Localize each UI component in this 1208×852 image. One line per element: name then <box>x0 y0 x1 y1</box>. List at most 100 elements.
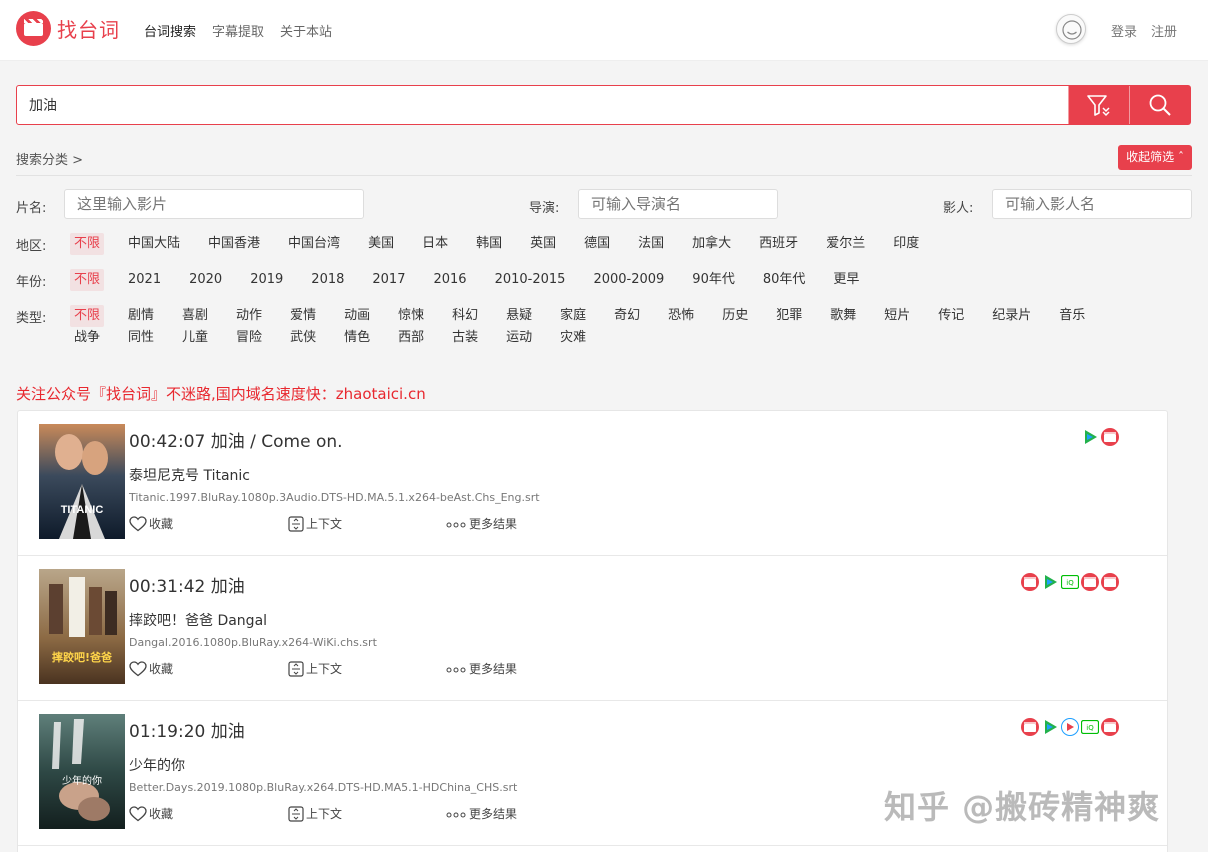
genre-option[interactable]: 历史 <box>718 305 752 327</box>
more-results-button[interactable]: 更多结果 <box>445 660 517 677</box>
genre-option[interactable]: 运动 <box>502 327 536 349</box>
nav-about[interactable]: 关于本站 <box>280 21 332 40</box>
nav-subtitle-extract[interactable]: 字幕提取 <box>212 21 264 40</box>
collapse-filter-button[interactable]: 收起筛选 ˆ <box>1118 145 1192 170</box>
year-option[interactable]: 2017 <box>368 269 409 291</box>
region-option[interactable]: 西班牙 <box>755 233 802 255</box>
genre-option[interactable]: 歌舞 <box>826 305 860 327</box>
favorite-button[interactable]: 收藏 <box>129 660 173 677</box>
video-site-icon[interactable] <box>1101 573 1119 591</box>
region-option[interactable]: 不限 <box>70 233 105 255</box>
region-option[interactable]: 印度 <box>889 233 923 255</box>
tencent-video-icon[interactable] <box>1081 428 1099 446</box>
genre-option[interactable]: 科幻 <box>448 305 482 327</box>
genre-option[interactable]: 爱情 <box>286 305 320 327</box>
genre-option[interactable]: 纪录片 <box>988 305 1035 327</box>
video-site-icon[interactable] <box>1101 718 1119 736</box>
genre-option[interactable]: 战争 <box>70 327 104 349</box>
genre-option[interactable]: 冒险 <box>232 327 266 349</box>
poster-image[interactable]: 摔跤吧!爸爸 <box>39 569 125 684</box>
year-option[interactable]: 2010-2015 <box>491 269 570 291</box>
context-button[interactable]: 上下文 <box>288 660 342 677</box>
iqiyi-icon[interactable]: iQ <box>1061 573 1079 591</box>
year-option[interactable]: 2021 <box>124 269 165 291</box>
genre-option[interactable]: 情色 <box>340 327 374 349</box>
context-button[interactable]: 上下文 <box>288 805 342 822</box>
genre-option[interactable]: 家庭 <box>556 305 590 327</box>
result-title[interactable]: 少年的你 <box>129 755 185 775</box>
region-option[interactable]: 中国台湾 <box>284 233 344 255</box>
region-option[interactable]: 美国 <box>364 233 398 255</box>
genre-option[interactable]: 奇幻 <box>610 305 644 327</box>
genre-option[interactable]: 喜剧 <box>178 305 212 327</box>
year-option[interactable]: 80年代 <box>759 269 810 291</box>
region-option[interactable]: 英国 <box>526 233 560 255</box>
region-option[interactable]: 法国 <box>634 233 668 255</box>
video-site-icon[interactable] <box>1021 718 1039 736</box>
more-results-button[interactable]: 更多结果 <box>445 515 517 532</box>
genre-option[interactable]: 儿童 <box>178 327 212 349</box>
video-site-icon[interactable] <box>1081 573 1099 591</box>
notice-banner[interactable]: 关注公众号『找台词』不迷路,国内域名速度快：zhaotaici.cn <box>16 383 426 404</box>
year-option[interactable]: 更早 <box>829 269 863 291</box>
context-button[interactable]: 上下文 <box>288 515 342 532</box>
genre-option[interactable]: 悬疑 <box>502 305 536 327</box>
year-option[interactable]: 90年代 <box>688 269 739 291</box>
tencent-video-icon[interactable] <box>1041 573 1059 591</box>
genre-option[interactable]: 传记 <box>934 305 968 327</box>
genre-option[interactable]: 剧情 <box>124 305 158 327</box>
actor-input[interactable] <box>992 189 1192 219</box>
genre-option[interactable]: 犯罪 <box>772 305 806 327</box>
year-option[interactable]: 2000-2009 <box>589 269 668 291</box>
year-option[interactable]: 不限 <box>70 269 105 291</box>
genre-option[interactable]: 武侠 <box>286 327 320 349</box>
video-site-icon[interactable] <box>1021 573 1039 591</box>
genre-option[interactable]: 动作 <box>232 305 266 327</box>
genre-option[interactable]: 动画 <box>340 305 374 327</box>
genre-option[interactable]: 古装 <box>448 327 482 349</box>
poster-image[interactable]: 少年的你 <box>39 714 125 829</box>
login-link[interactable]: 登录 <box>1111 21 1137 40</box>
result-title[interactable]: 摔跤吧！爸爸 Dangal <box>129 610 267 630</box>
register-link[interactable]: 注册 <box>1151 21 1177 40</box>
film-input[interactable] <box>64 189 364 219</box>
genre-option[interactable]: 短片 <box>880 305 914 327</box>
avatar[interactable] <box>1056 14 1086 44</box>
region-option[interactable]: 日本 <box>418 233 452 255</box>
genre-option[interactable]: 不限 <box>70 305 105 327</box>
iqiyi-icon[interactable]: iQ <box>1081 718 1099 736</box>
video-site-icon[interactable] <box>1101 428 1119 446</box>
search-input[interactable] <box>17 86 1068 124</box>
more-results-button[interactable]: 更多结果 <box>445 805 517 822</box>
result-timestamp[interactable]: 00:31:42 加油 <box>129 572 245 597</box>
poster-image[interactable]: TITANIC <box>39 424 125 539</box>
year-option[interactable]: 2018 <box>307 269 348 291</box>
favorite-button[interactable]: 收藏 <box>129 515 173 532</box>
region-option[interactable]: 韩国 <box>472 233 506 255</box>
genre-option[interactable]: 恐怖 <box>664 305 698 327</box>
region-option[interactable]: 中国香港 <box>204 233 264 255</box>
region-option[interactable]: 加拿大 <box>688 233 735 255</box>
favorite-button[interactable]: 收藏 <box>129 805 173 822</box>
year-option[interactable]: 2020 <box>185 269 226 291</box>
nav-line-search[interactable]: 台词搜索 <box>144 21 196 40</box>
director-input[interactable] <box>578 189 778 219</box>
genre-option[interactable]: 西部 <box>394 327 428 349</box>
result-timestamp[interactable]: 01:19:20 加油 <box>129 717 245 742</box>
region-option[interactable]: 德国 <box>580 233 614 255</box>
youku-icon[interactable] <box>1061 718 1079 736</box>
region-option[interactable]: 爱尔兰 <box>822 233 869 255</box>
filter-button[interactable] <box>1068 86 1129 124</box>
search-button[interactable] <box>1129 86 1190 124</box>
year-option[interactable]: 2019 <box>246 269 287 291</box>
result-timestamp[interactable]: 00:42:07 加油 / Come on. <box>129 427 343 452</box>
tencent-video-icon[interactable] <box>1041 718 1059 736</box>
genre-option[interactable]: 同性 <box>124 327 158 349</box>
year-option[interactable]: 2016 <box>429 269 470 291</box>
genre-option[interactable]: 惊悚 <box>394 305 428 327</box>
genre-option[interactable]: 音乐 <box>1055 305 1089 327</box>
genre-option[interactable]: 灾难 <box>556 327 590 349</box>
result-title[interactable]: 泰坦尼克号 Titanic <box>129 465 250 485</box>
site-logo[interactable]: 找台词 <box>16 11 120 46</box>
region-option[interactable]: 中国大陆 <box>124 233 184 255</box>
